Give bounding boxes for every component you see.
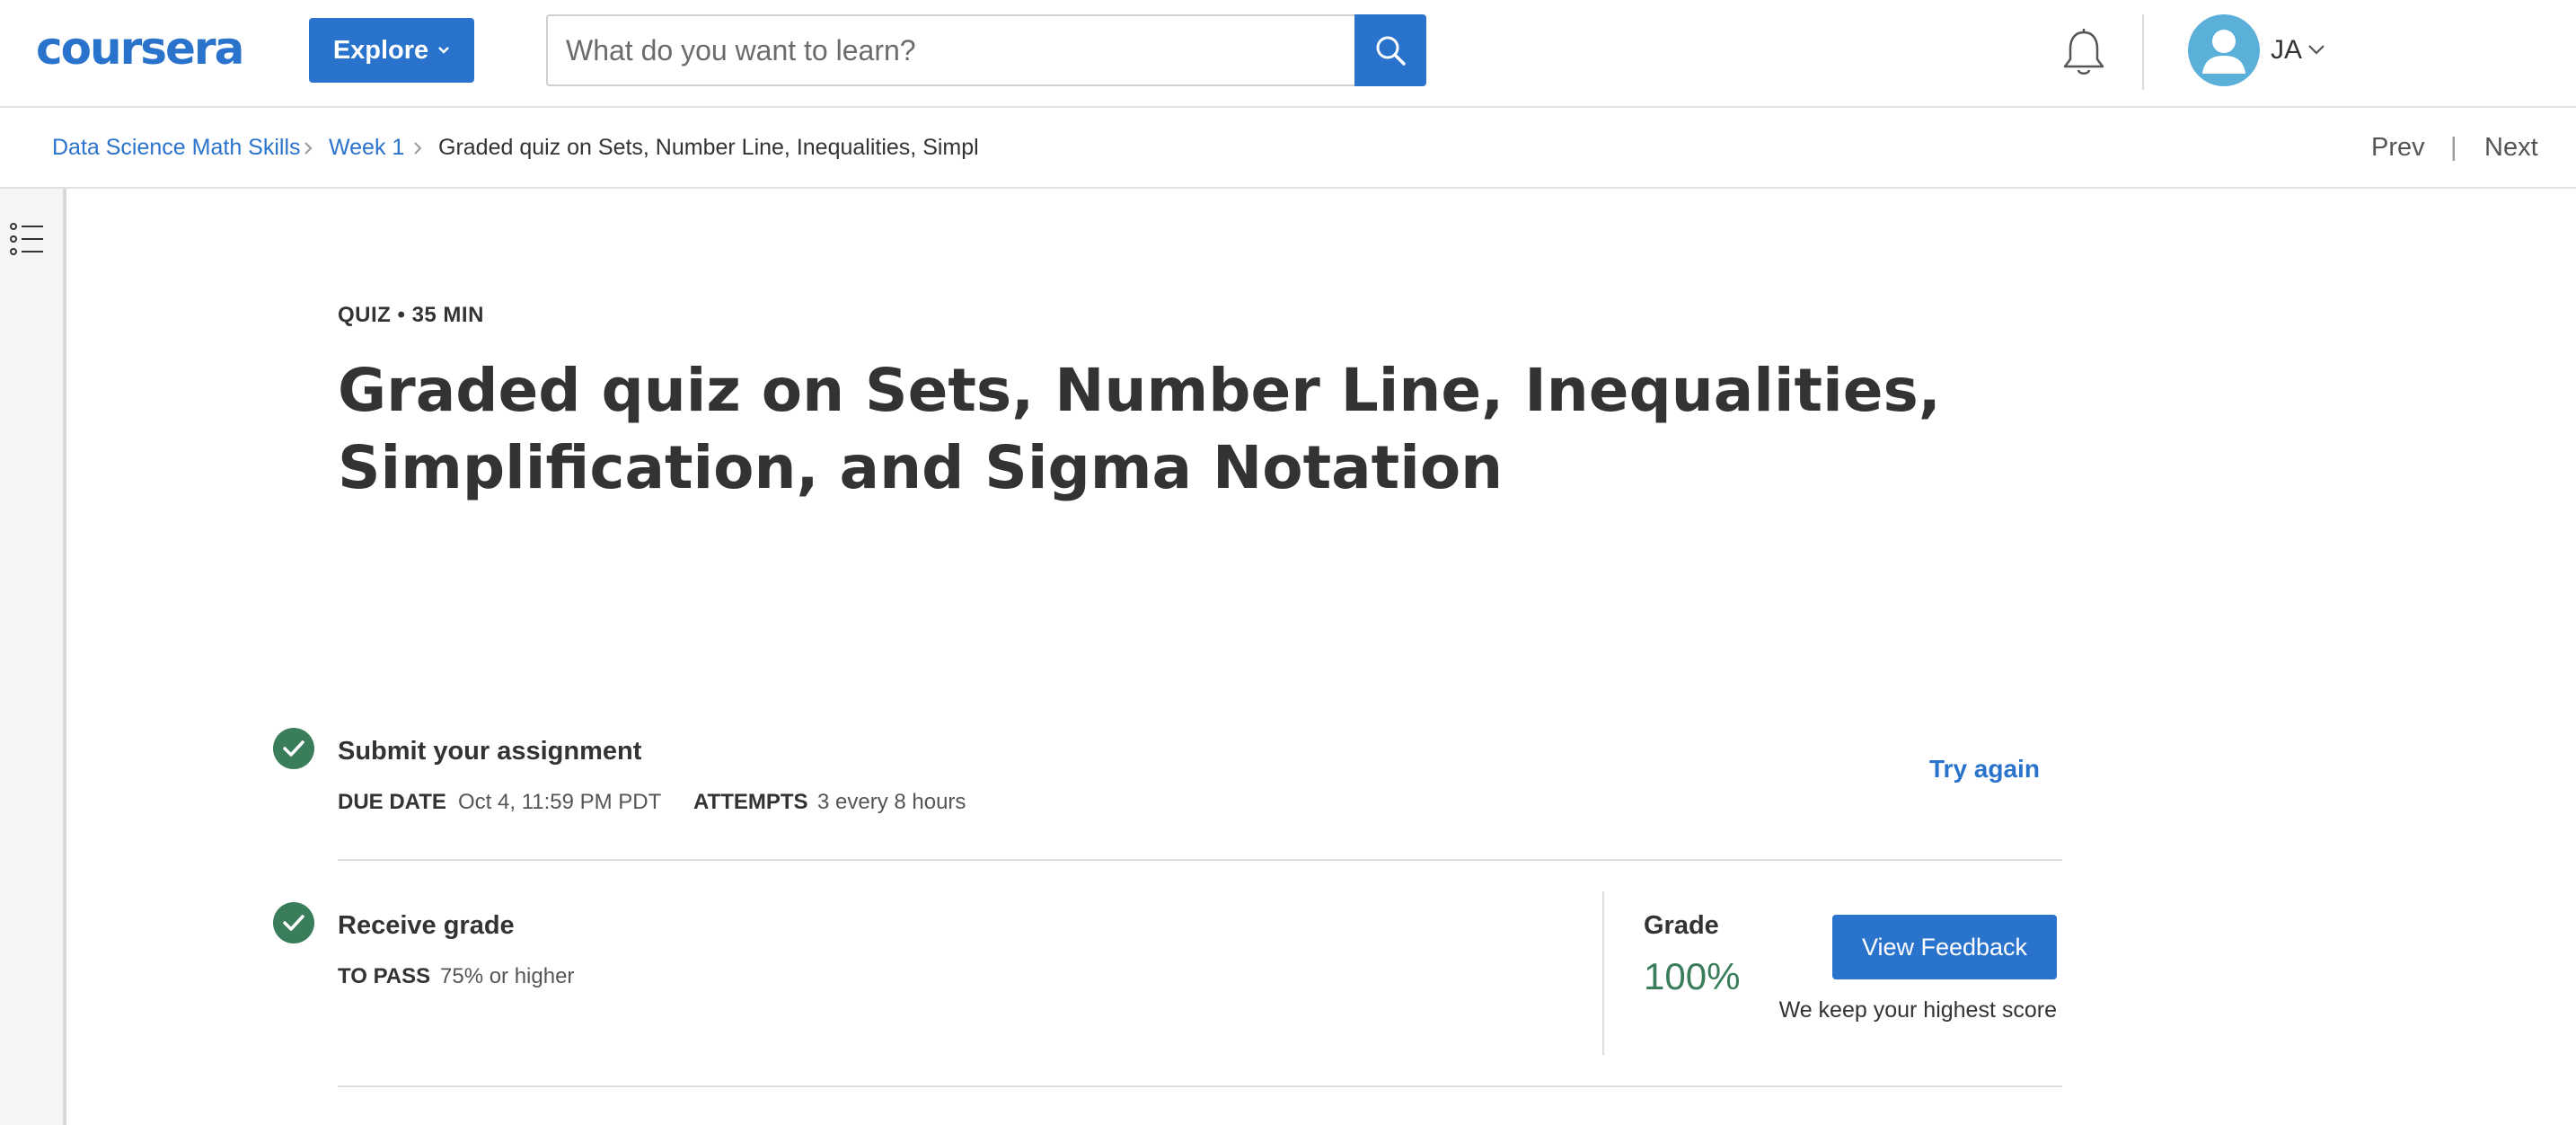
to-pass-label: TO PASS <box>338 964 431 988</box>
toc-toggle-button[interactable] <box>9 221 47 257</box>
grade-column-divider <box>1602 891 1604 1055</box>
breadcrumb-week-link[interactable]: Week 1 <box>329 133 404 162</box>
explore-label: Explore <box>332 35 429 65</box>
chevron-right-icon <box>414 142 422 155</box>
breadcrumb-course-link[interactable]: Data Science Math Skills <box>52 133 301 162</box>
notifications-button[interactable] <box>2057 25 2111 79</box>
quiz-kicker: QUIZ • 35 MIN <box>338 303 484 327</box>
chevron-down-icon <box>438 47 450 54</box>
check-icon <box>283 740 304 757</box>
bell-icon <box>2063 29 2104 75</box>
attempts-label: ATTEMPTS <box>693 790 808 814</box>
header-divider <box>2142 14 2144 90</box>
submit-complete-check <box>273 728 314 769</box>
avatar[interactable] <box>2188 14 2260 86</box>
explore-button[interactable]: Explore <box>309 18 474 83</box>
chevron-down-icon[interactable] <box>2307 41 2326 58</box>
attempts-value: 3 every 8 hours <box>817 790 966 814</box>
next-link[interactable]: Next <box>2484 131 2538 164</box>
section-divider <box>338 859 2062 861</box>
grade-value: 100% <box>1644 955 1741 997</box>
chevron-right-icon <box>304 142 313 155</box>
user-icon <box>2202 30 2245 74</box>
search-button[interactable] <box>1354 14 1426 86</box>
grade-complete-check <box>273 902 314 943</box>
to-pass-value: 75% or higher <box>440 964 575 988</box>
prev-link[interactable]: Prev <box>2371 131 2425 164</box>
prev-next-separator: | <box>2450 133 2457 162</box>
coursera-logo[interactable]: coursera <box>36 22 244 75</box>
breadcrumb-current: Graded quiz on Sets, Number Line, Inequa… <box>438 135 979 160</box>
section-divider <box>338 1085 2062 1087</box>
user-initials[interactable]: JA <box>2271 32 2302 68</box>
list-icon <box>10 223 43 255</box>
view-feedback-button[interactable]: View Feedback <box>1832 915 2057 979</box>
due-date-label: DUE DATE <box>338 790 446 814</box>
search-input[interactable] <box>546 14 1354 86</box>
breadcrumb: Data Science Math Skills Week 1 Graded q… <box>0 108 2576 189</box>
course-sidebar <box>0 189 66 1125</box>
grade-step-title: Receive grade <box>338 911 515 940</box>
page-title: Graded quiz on Sets, Number Line, Inequa… <box>338 356 1941 502</box>
search-icon <box>1376 36 1406 66</box>
check-icon <box>283 915 304 931</box>
grade-label: Grade <box>1644 911 1719 940</box>
submit-step-title: Submit your assignment <box>338 737 642 766</box>
top-header: coursera Explore JA <box>0 0 2576 108</box>
due-date-value: Oct 4, 11:59 PM PDT <box>458 790 662 814</box>
highest-score-note: We keep your highest score <box>1778 997 2057 1023</box>
try-again-link[interactable]: Try again <box>1929 753 2040 785</box>
